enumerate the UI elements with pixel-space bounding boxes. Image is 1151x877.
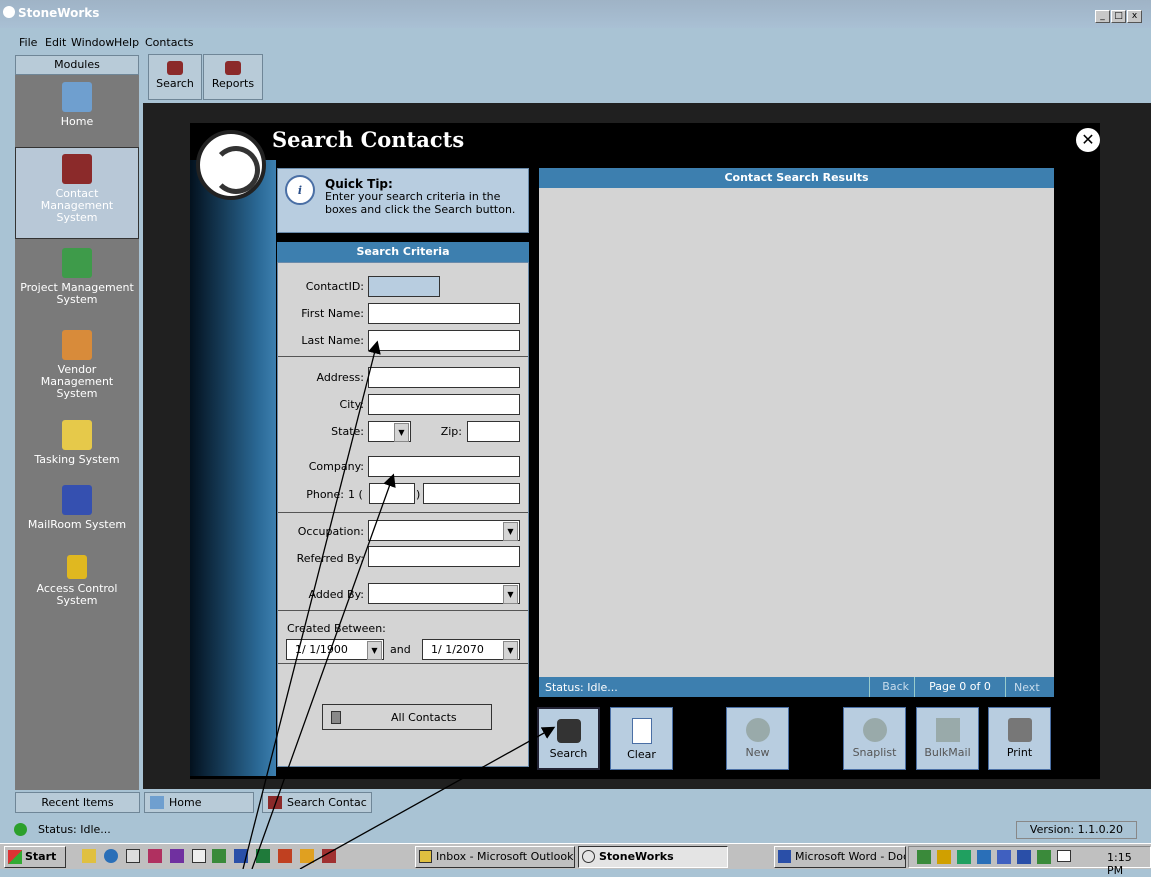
arrow-to-last-name (242, 340, 381, 869)
annotation-arrows (242, 340, 556, 869)
arrow-to-phone (251, 473, 396, 869)
arrow-to-search-button (299, 726, 556, 869)
